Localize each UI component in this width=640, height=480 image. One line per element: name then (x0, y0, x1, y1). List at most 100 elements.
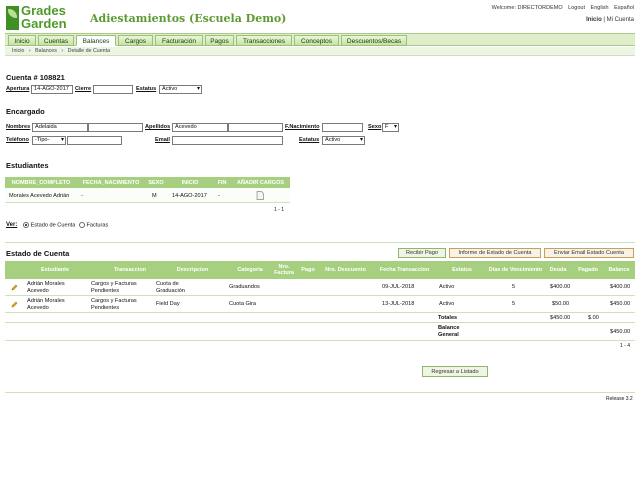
estudiantes-header: NOMBRE_COMPLETO FECHA_NACIMIENTO SEXO IN… (5, 177, 290, 188)
email-label: Email (155, 137, 170, 143)
tab-inicio[interactable]: Inicio (8, 35, 36, 46)
tab-descuentos-becas[interactable]: Descuentos/Becas (341, 35, 407, 46)
row-dias: 5 (512, 284, 516, 290)
col-descripcion: Descripcion (176, 267, 209, 273)
col-estatus: Estatus (452, 267, 472, 273)
row-estudiante: Adrián Morales Acevedo (27, 281, 65, 294)
informe-estado-button[interactable]: Informe de Estado de Cuenta (449, 248, 541, 258)
col-sexo: SEXO (148, 179, 164, 186)
radio-facturas-label: Facturas (86, 222, 109, 229)
breadcrumb-balances[interactable]: Balances (35, 48, 57, 54)
pencil-icon[interactable] (11, 301, 18, 308)
apertura-label: Apertura (6, 86, 30, 92)
tab-cargos[interactable]: Cargos (118, 35, 153, 46)
breadcrumb-separator: › (61, 48, 64, 54)
encargado-estatus-select[interactable]: Activo (322, 136, 365, 145)
regresar-listado-button[interactable]: Regresar a Listado (422, 366, 488, 377)
col-dias-vencimiento: Dias de Vencimiento (488, 267, 543, 273)
row-deuda: $400.00 (550, 284, 571, 290)
apellidos2-input[interactable] (228, 123, 283, 132)
estado-header: Estudiante Transaccion Descripcion Categ… (5, 261, 635, 279)
cuenta-estatus-select[interactable]: Activo (159, 85, 202, 94)
tab-transacciones[interactable]: Transacciones (236, 35, 292, 46)
footer-divider (5, 392, 635, 393)
recibir-pago-button[interactable]: Recibir Pago (398, 248, 446, 258)
estudiantes-pager: 1 - 1 (274, 207, 285, 213)
row-transaccion: Cargos y Facturas Pendientes (91, 298, 137, 311)
divider (5, 242, 635, 243)
logout-link[interactable]: Logout (568, 5, 585, 11)
top-links: Welcome: DIRECTORDEMO Logout English Esp… (488, 5, 634, 11)
english-link[interactable]: English (591, 5, 609, 11)
tab-pagos[interactable]: Pagos (205, 35, 234, 46)
col-pago: Pago (301, 267, 315, 273)
col-nro-descuento: Nro. Descuento (325, 267, 366, 273)
row-estatus: Activo (439, 284, 455, 290)
apertura-input[interactable]: 14-AGO-2017 (31, 85, 73, 94)
col-estudiante: Estudiante (40, 267, 70, 273)
apellidos-label: Apellidos (145, 124, 171, 130)
main-nav: Inicio Cuentas Balances Cargos Facturaci… (5, 33, 635, 46)
radio-estado-cuenta[interactable] (23, 222, 29, 228)
logo-line-2: Garden (21, 16, 67, 31)
row-balance: $400.00 (610, 284, 631, 290)
col-transaccion: Transaccion (113, 267, 147, 273)
enviar-email-button[interactable]: Enviar Email Estado Cuenta (544, 248, 634, 258)
col-anadir-cargos: AÑADIR CARGOS (236, 179, 285, 186)
espanol-link[interactable]: Español (614, 5, 634, 11)
totales-pagado: $.00 (588, 315, 599, 321)
telefono-tipo-select[interactable]: -Tipo- (32, 136, 66, 145)
breadcrumb-current: Detalle de Cuenta (67, 48, 111, 54)
logo-text[interactable]: Grades Garden (21, 4, 67, 30)
table-row[interactable]: Morales Acevedo Adrián - M 14-AGO-2017 - (5, 188, 290, 203)
tab-facturacion[interactable]: Facturación (155, 35, 203, 46)
totales-deuda: $450.00 (550, 315, 571, 321)
radio-estado-cuenta-label: Estado de Cuenta (30, 222, 76, 229)
telefono-input[interactable] (67, 136, 122, 145)
balance-general-label: Balance General (438, 325, 460, 338)
apellidos-input[interactable]: Acevedo (172, 123, 228, 132)
breadcrumb-separator: › (28, 48, 31, 54)
balance-general-value: $450.00 (610, 329, 631, 335)
cierre-input[interactable] (93, 85, 133, 94)
estudiantes-title: Estudiantes (6, 161, 49, 170)
release-text: Release 3.2 (606, 396, 633, 402)
nombres2-input[interactable] (88, 123, 143, 132)
cuenta-estatus-label: Estatus (136, 86, 157, 92)
mi-cuenta-link[interactable]: Mi Cuenta (607, 17, 634, 23)
estudiante-fin: - (218, 193, 220, 199)
email-input[interactable] (172, 136, 283, 145)
row-deuda: $50.00 (552, 301, 570, 307)
row-dias: 5 (512, 301, 516, 307)
table-row[interactable]: Adrián Morales Acevedo Cargos y Facturas… (5, 279, 635, 296)
tab-balances[interactable]: Balances (76, 35, 116, 46)
inicio-link[interactable]: Inicio (586, 17, 602, 23)
pencil-icon[interactable] (11, 284, 18, 291)
nacimiento-input[interactable] (322, 123, 363, 132)
nombres-label: Nombres (6, 124, 31, 130)
col-nro-factura: Nro. Factura (274, 264, 294, 276)
sexo-select[interactable]: F (382, 123, 399, 132)
sublinks-separator: | (603, 17, 605, 23)
col-pagado: Pagado (578, 267, 598, 273)
breadcrumb: Inicio › Balances › Detalle de Cuenta (5, 47, 635, 56)
radio-facturas[interactable] (78, 222, 85, 228)
tab-conceptos[interactable]: Conceptos (294, 35, 339, 46)
encargado-estatus-label: Estatus (299, 137, 320, 143)
nombres-input[interactable]: Adelaida (32, 123, 88, 132)
balance-general-row: Balance General $450.00 (5, 323, 635, 341)
row-estudiante: Adrián Morales Acevedo (27, 298, 65, 311)
col-nombre-completo: NOMBRE_COMPLETO (11, 179, 71, 186)
col-fecha-transaccion: Fecha Transaccion (379, 267, 430, 273)
breadcrumb-inicio[interactable]: Inicio (12, 48, 24, 54)
row-categoria: Graduandos (229, 284, 260, 290)
estudiante-sexo: M (152, 193, 157, 199)
tab-cuentas[interactable]: Cuentas (38, 35, 74, 46)
estudiante-nombre: Morales Acevedo Adrián (9, 193, 70, 199)
table-row[interactable]: Adrián Morales Acevedo Cargos y Facturas… (5, 296, 635, 313)
ver-options: Estado de Cuenta Facturas (23, 222, 108, 228)
estado-title: Estado de Cuenta (6, 249, 70, 258)
col-fin: FIN (217, 179, 227, 186)
cuenta-title: Cuenta # 108821 (6, 73, 65, 82)
document-icon[interactable] (256, 191, 264, 200)
